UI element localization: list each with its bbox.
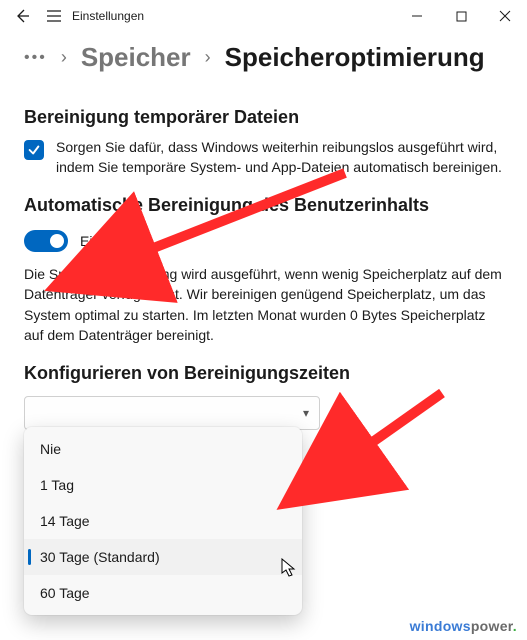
- section-heading-temp: Bereinigung temporärer Dateien: [24, 107, 503, 128]
- temp-cleanup-label: Sorgen Sie dafür, dass Windows weiterhin…: [56, 138, 503, 177]
- maximize-button[interactable]: [439, 0, 483, 32]
- close-button[interactable]: [483, 0, 527, 32]
- cleanup-interval-combobox[interactable]: ▾: [24, 396, 320, 430]
- chevron-right-icon: ›: [205, 47, 211, 68]
- breadcrumb-more-icon[interactable]: •••: [24, 49, 47, 67]
- watermark: windowspower.: [410, 618, 517, 634]
- titlebar: Einstellungen: [0, 0, 527, 32]
- option-never[interactable]: Nie: [24, 431, 302, 467]
- section-heading-config: Konfigurieren von Bereinigungszeiten: [24, 363, 503, 384]
- auto-cleanup-toggle-row: Ein: [24, 230, 503, 252]
- chevron-down-icon: ▾: [303, 406, 309, 420]
- temp-cleanup-checkbox[interactable]: [24, 140, 44, 160]
- cleanup-interval-flyout: Nie 1 Tag 14 Tage 30 Tage (Standard) 60 …: [24, 427, 302, 615]
- option-1-day[interactable]: 1 Tag: [24, 467, 302, 503]
- back-button[interactable]: [6, 0, 38, 32]
- breadcrumb-item-current: Speicheroptimierung: [225, 42, 485, 73]
- option-60-days[interactable]: 60 Tage: [24, 575, 302, 611]
- chevron-right-icon: ›: [61, 47, 67, 68]
- breadcrumb-item-storage[interactable]: Speicher: [81, 42, 191, 73]
- auto-cleanup-description: Die Speicheroptimierung wird ausgeführt,…: [24, 264, 503, 345]
- auto-cleanup-toggle-label: Ein: [80, 233, 100, 249]
- nav-menu-button[interactable]: [38, 0, 70, 32]
- option-30-days[interactable]: 30 Tage (Standard): [24, 539, 302, 575]
- temp-cleanup-checkbox-row: Sorgen Sie dafür, dass Windows weiterhin…: [24, 138, 503, 177]
- window-title: Einstellungen: [72, 9, 144, 23]
- auto-cleanup-toggle[interactable]: [24, 230, 68, 252]
- minimize-button[interactable]: [395, 0, 439, 32]
- breadcrumb: ••• › Speicher › Speicheroptimierung: [0, 32, 527, 81]
- section-heading-auto: Automatische Bereinigung des Benutzerinh…: [24, 195, 503, 216]
- option-14-days[interactable]: 14 Tage: [24, 503, 302, 539]
